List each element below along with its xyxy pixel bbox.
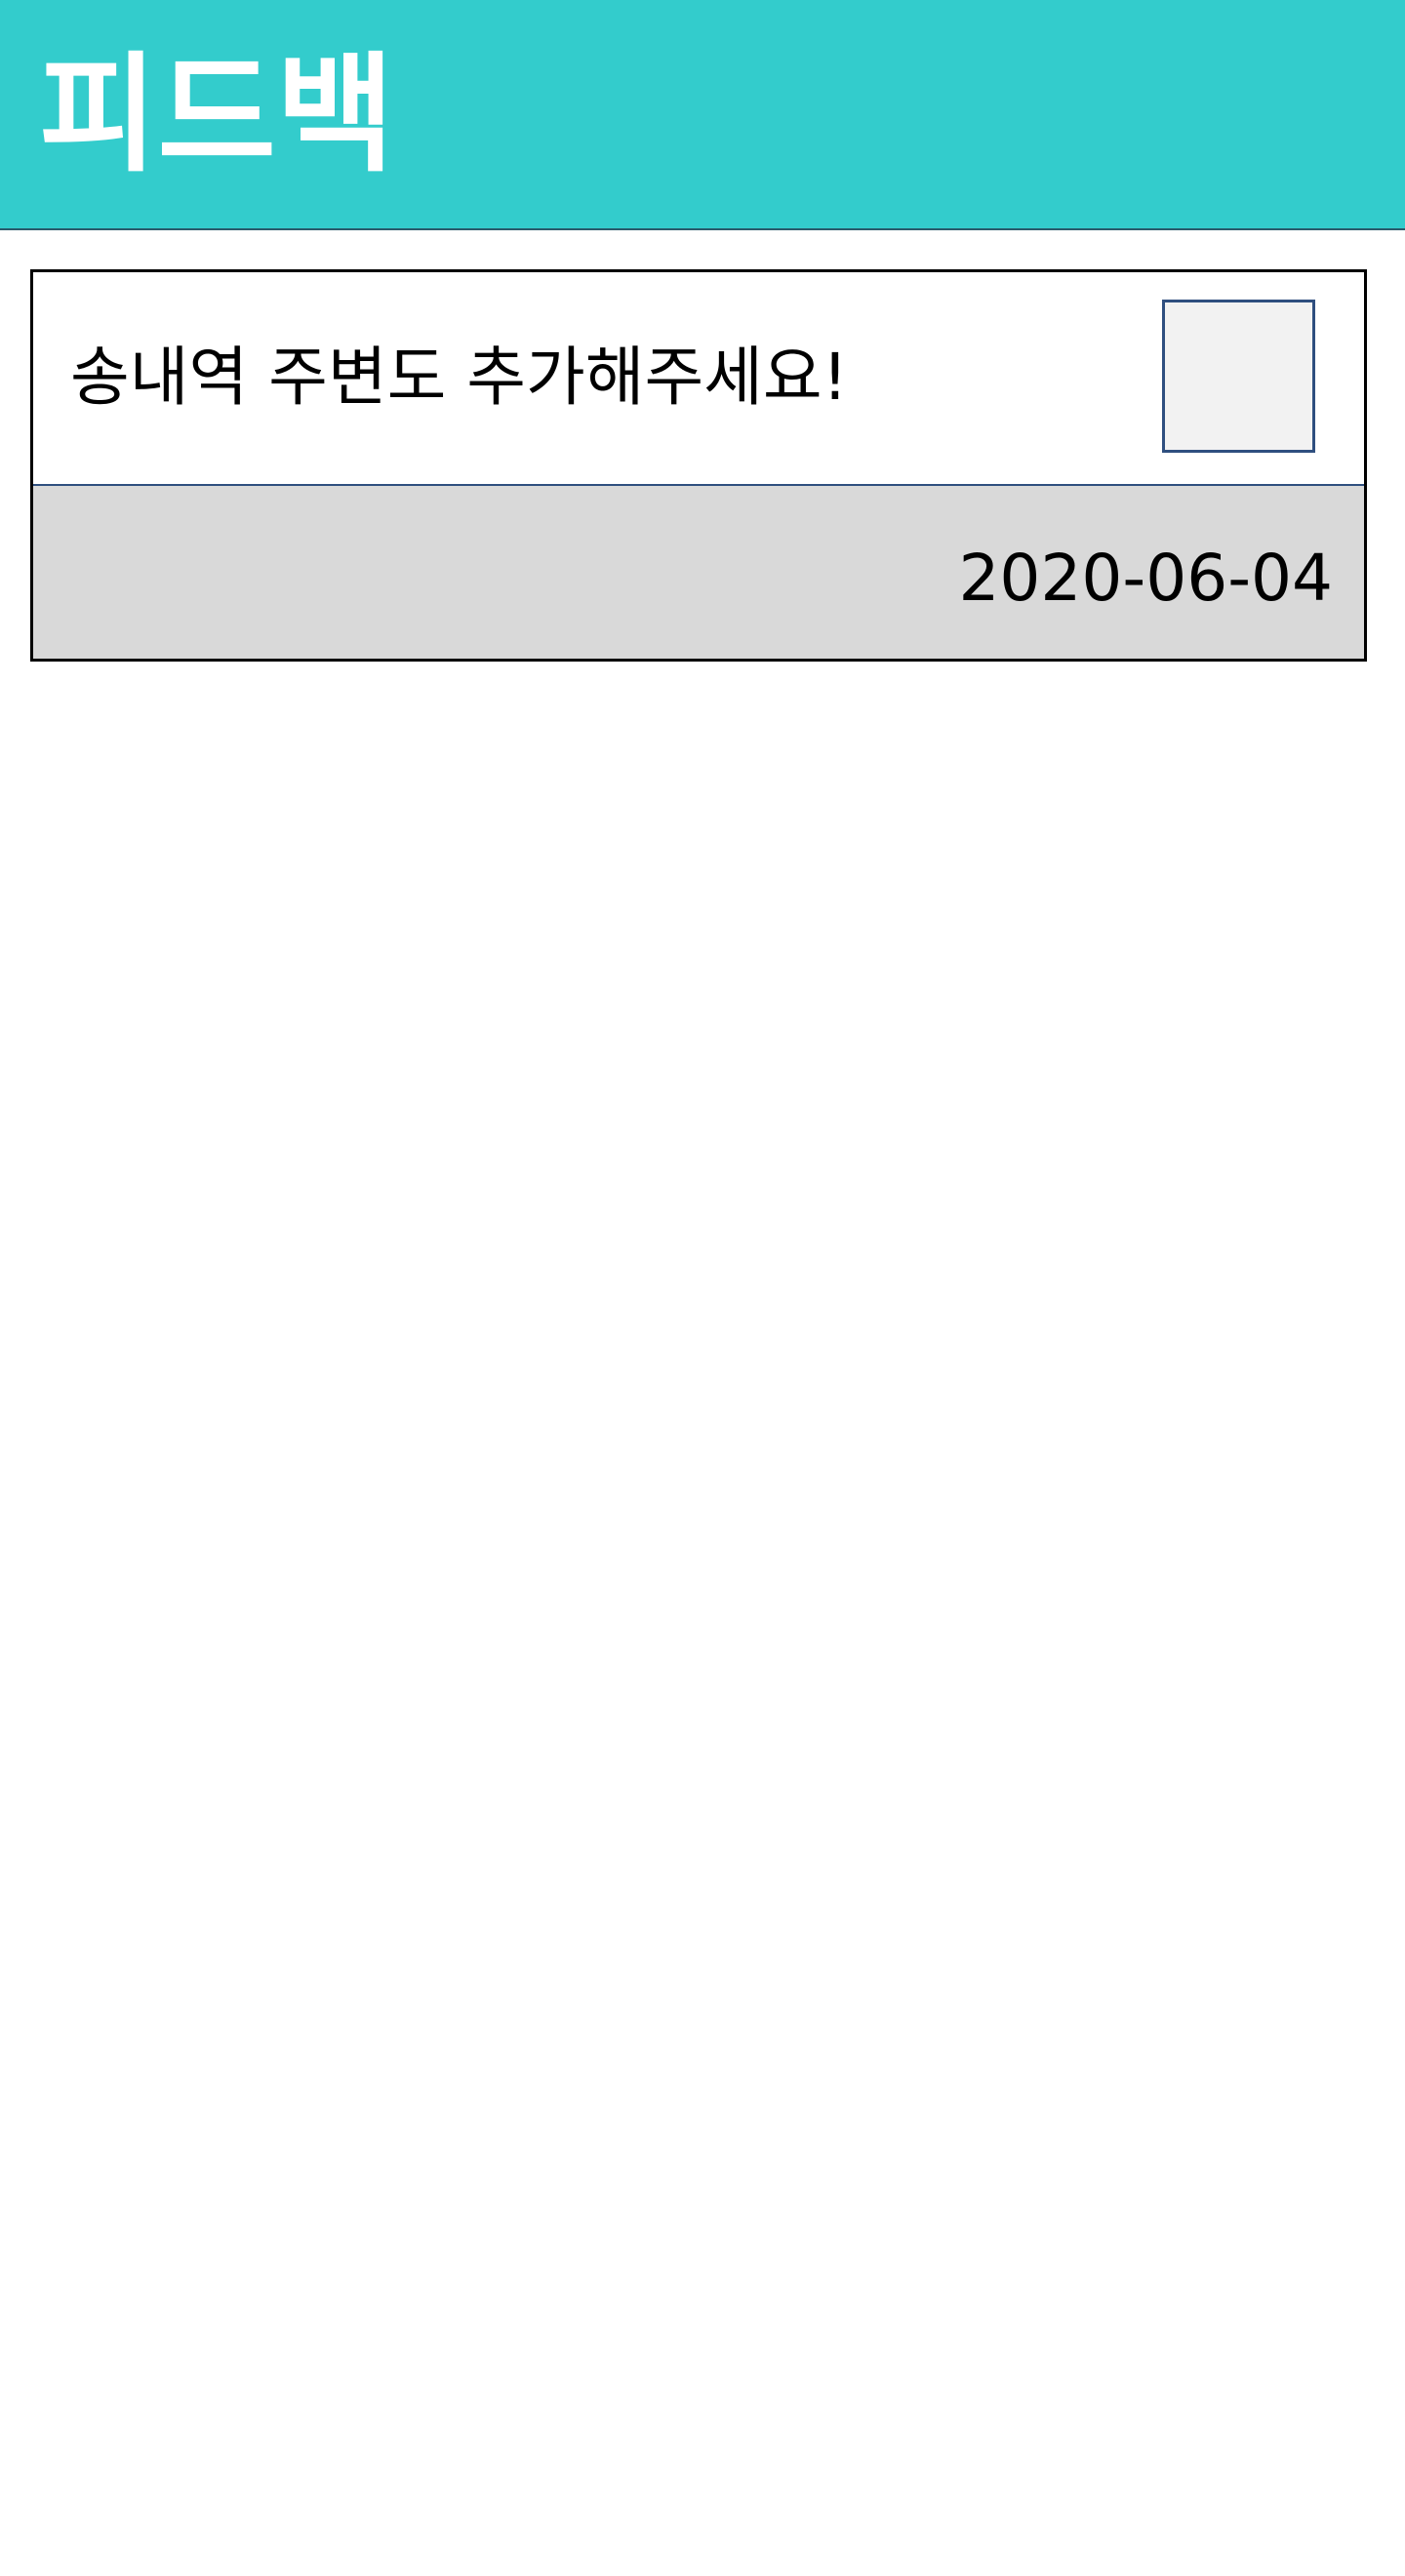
feedback-message: 송내역 주변도 추가해주세요! (70, 340, 849, 415)
feedback-card-body: 송내역 주변도 추가해주세요! (33, 272, 1364, 486)
feedback-card[interactable]: 송내역 주변도 추가해주세요! 2020-06-04 (30, 269, 1367, 662)
feedback-card-footer: 2020-06-04 (33, 486, 1364, 659)
feedback-date: 2020-06-04 (958, 541, 1333, 616)
page-title: 피드백 (39, 40, 395, 190)
feedback-checkbox[interactable] (1162, 300, 1315, 453)
app-header: 피드백 (0, 0, 1405, 230)
